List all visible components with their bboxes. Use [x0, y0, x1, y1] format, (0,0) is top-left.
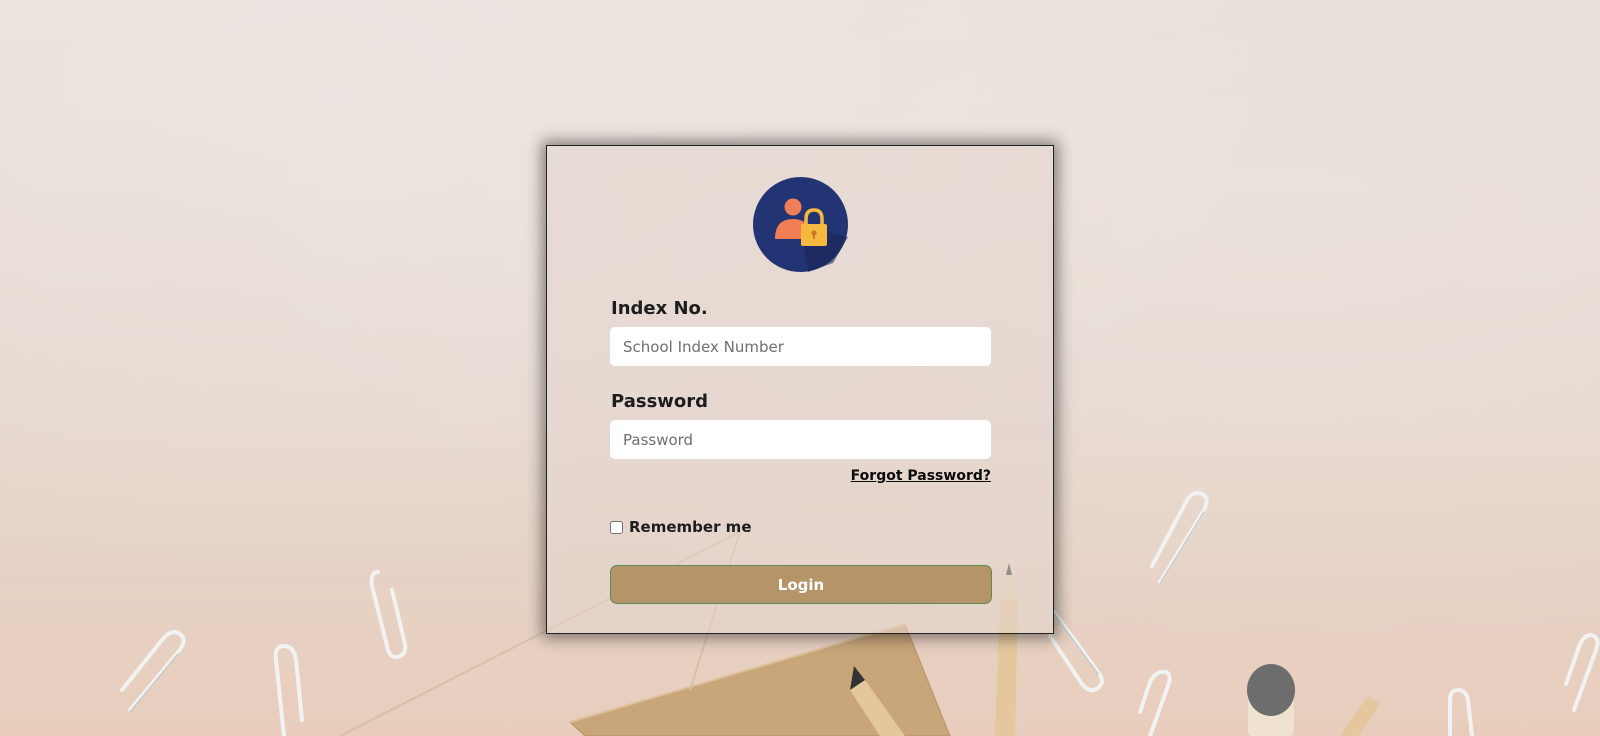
login-button[interactable]: Login [610, 565, 992, 604]
password-label: Password [611, 391, 709, 412]
index-number-label: Index No. [611, 298, 708, 319]
remember-me-checkbox[interactable] [610, 520, 623, 534]
index-number-input[interactable] [610, 327, 991, 366]
user-lock-icon [753, 177, 848, 272]
forgot-password-link[interactable]: Forgot Password? [851, 468, 991, 484]
remember-me-label: Remember me [629, 518, 752, 536]
login-card: Index No. Password Forgot Password? Reme… [546, 145, 1054, 634]
remember-me-row: Remember me [610, 518, 752, 536]
password-input[interactable] [610, 420, 991, 459]
